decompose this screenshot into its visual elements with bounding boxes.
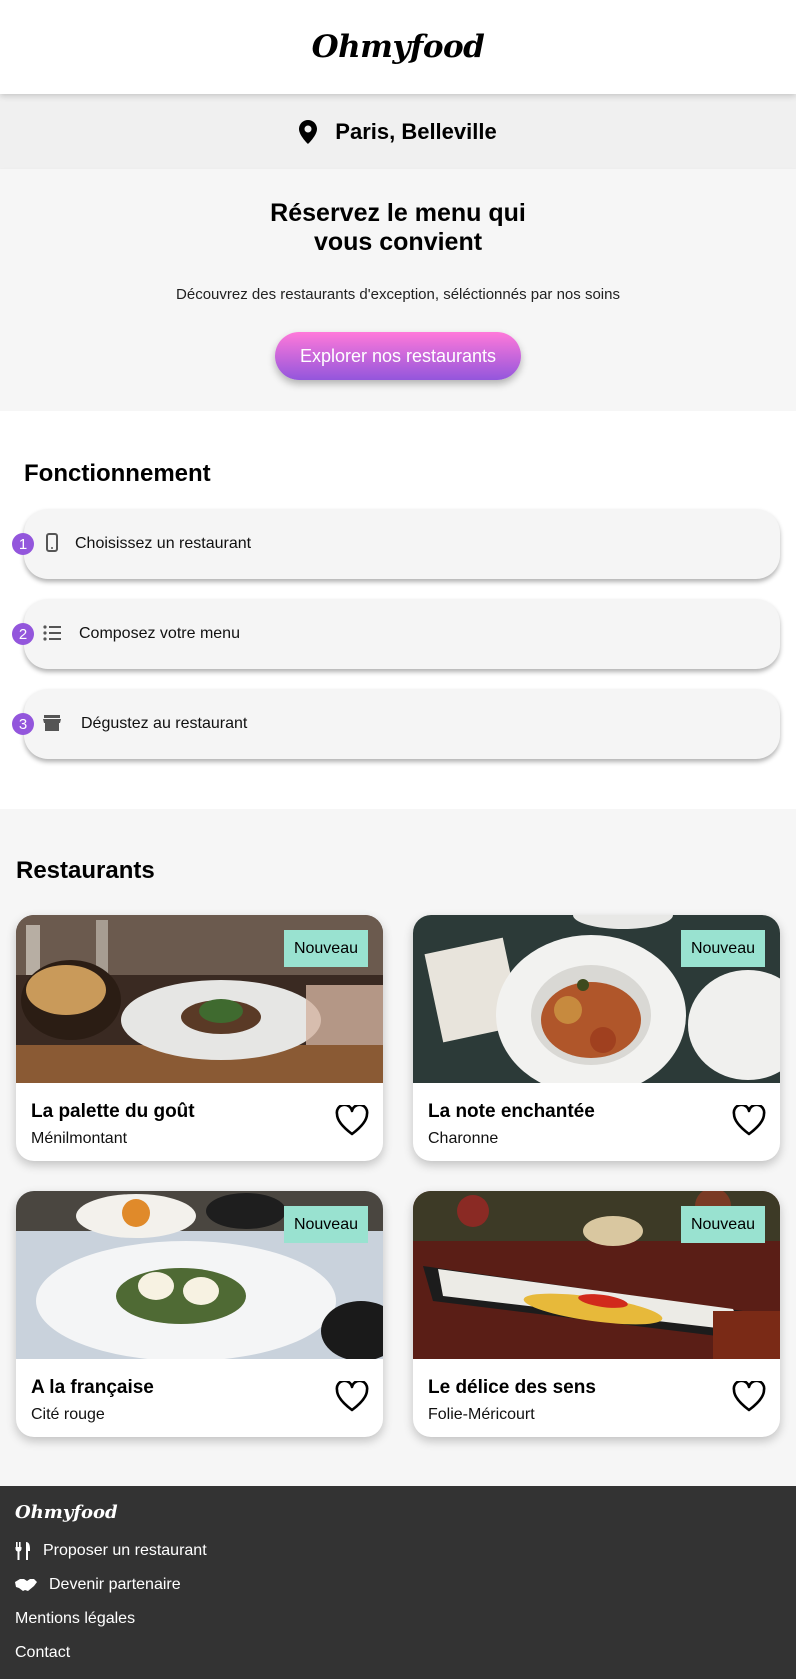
step-card-3: 3 Dégustez au restaurant: [12, 689, 780, 759]
footer-link-label: Proposer un restaurant: [43, 1542, 207, 1559]
site-header: Ohmyfood: [0, 0, 796, 94]
how-it-works-title: Fonctionnement: [24, 460, 211, 487]
heart-icon[interactable]: [732, 1381, 766, 1413]
site-footer: Ohmyfood Proposer un restaurant Devenir …: [0, 1486, 796, 1679]
step-card-1: 1 Choisissez un restaurant: [12, 509, 780, 579]
step-card-2: 2 Composez votre menu: [12, 599, 780, 669]
hero-title-line2: vous convient: [313, 228, 483, 256]
heart-icon[interactable]: [335, 1381, 369, 1413]
restaurant-area: Cité rouge: [31, 1406, 105, 1423]
legal-notice-link[interactable]: Mentions légales: [15, 1610, 135, 1628]
propose-restaurant-link[interactable]: Proposer un restaurant: [15, 1542, 207, 1560]
become-partner-link[interactable]: Devenir partenaire: [15, 1576, 181, 1594]
phone-icon: [46, 533, 58, 552]
new-badge: Nouveau: [283, 930, 368, 967]
restaurants-title: Restaurants: [16, 857, 155, 884]
restaurant-area: Folie-Méricourt: [428, 1406, 535, 1423]
restaurant-name: La palette du goût: [31, 1101, 195, 1122]
step-label: Choisissez un restaurant: [75, 535, 252, 552]
new-badge: Nouveau: [680, 1206, 765, 1243]
utensils-icon: [15, 1542, 30, 1560]
footer-logo[interactable]: Ohmyfood: [15, 1502, 118, 1523]
hero-title: Réservez le menu qui vous convient: [0, 199, 796, 257]
hero-section: Réservez le menu qui vous convient Décou…: [0, 169, 796, 411]
step-number: 1: [12, 533, 34, 555]
contact-link[interactable]: Contact: [15, 1644, 70, 1662]
store-icon: [43, 715, 61, 731]
restaurant-card[interactable]: Nouveau La note enchantée Charonne: [413, 915, 780, 1161]
location-text: Paris, Belleville: [335, 118, 497, 144]
map-pin-icon: [299, 119, 318, 144]
hero-subtitle: Découvrez des restaurants d'exception, s…: [176, 286, 620, 303]
handshake-icon: [15, 1579, 37, 1591]
new-badge: Nouveau: [680, 930, 765, 967]
restaurant-area: Charonne: [428, 1130, 499, 1147]
logo[interactable]: Ohmyfood: [312, 29, 485, 65]
restaurant-card[interactable]: Nouveau A la française Cité rouge: [16, 1191, 383, 1437]
hero-title-line1: Réservez le menu qui: [270, 199, 526, 227]
new-badge: Nouveau: [283, 1206, 368, 1243]
heart-icon[interactable]: [732, 1105, 766, 1137]
footer-link-label: Devenir partenaire: [49, 1576, 181, 1593]
location-bar: Paris, Belleville: [0, 94, 796, 169]
restaurant-name: A la française: [31, 1377, 154, 1398]
restaurant-name: Le délice des sens: [428, 1377, 596, 1398]
restaurant-name: La note enchantée: [428, 1101, 595, 1122]
footer-link-label: Contact: [15, 1644, 71, 1661]
restaurant-card[interactable]: Nouveau La palette du goût Ménilmontant: [16, 915, 383, 1161]
restaurant-card[interactable]: Nouveau Le délice des sens Folie-Méricou…: [413, 1191, 780, 1437]
step-label: Composez votre menu: [79, 625, 240, 642]
step-number: 2: [12, 623, 34, 645]
restaurants-section: Restaurants Nouveau La palette du goût M…: [0, 809, 796, 1486]
step-number: 3: [12, 713, 34, 735]
heart-icon[interactable]: [335, 1105, 369, 1137]
footer-link-label: Mentions légales: [15, 1610, 136, 1627]
restaurant-area: Ménilmontant: [31, 1130, 128, 1147]
list-icon: [43, 625, 61, 641]
step-label: Dégustez au restaurant: [81, 715, 248, 732]
explore-restaurants-button[interactable]: Explorer nos restaurants: [275, 332, 521, 380]
how-it-works-section: Fonctionnement 1 Choisissez un restauran…: [0, 411, 796, 809]
